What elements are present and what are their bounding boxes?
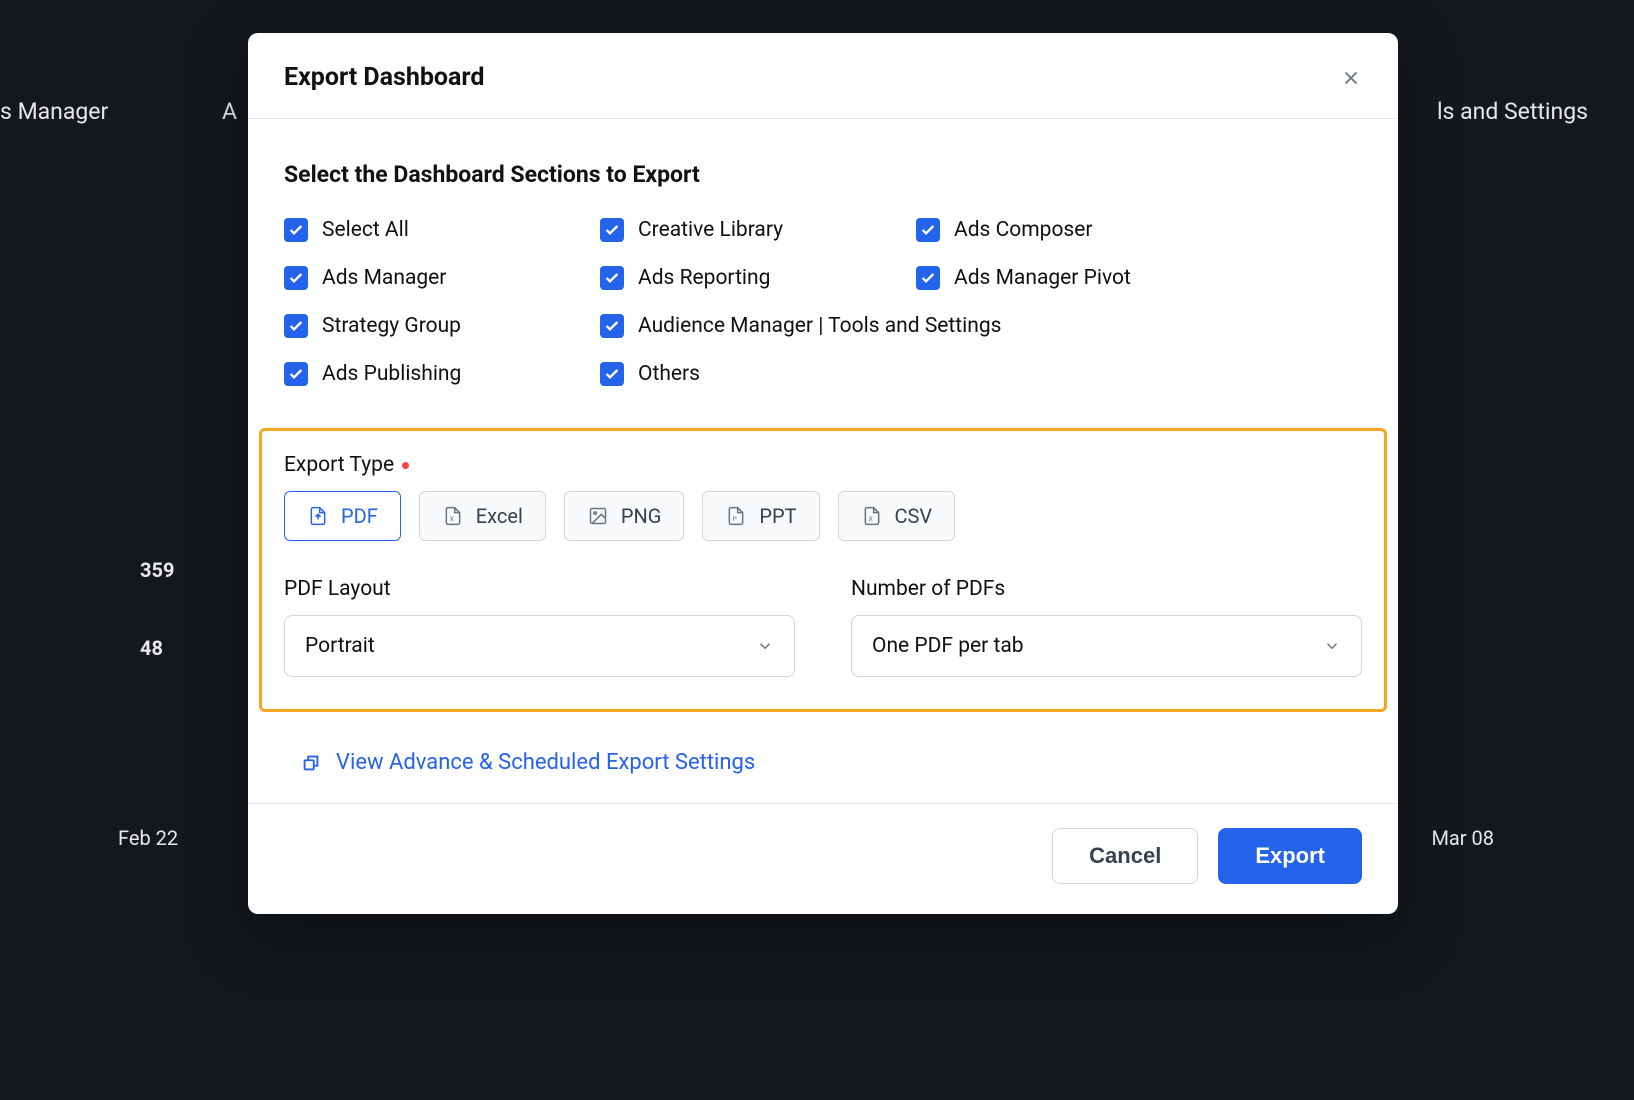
svg-text:P: P [733, 515, 737, 523]
close-button[interactable] [1340, 67, 1362, 89]
pdf-layout-label: PDF Layout [284, 577, 795, 601]
excel-icon: X [442, 505, 464, 527]
bg-value: 48 [140, 636, 163, 660]
bg-date: Mar 08 [1431, 826, 1494, 850]
checkbox-icon [284, 266, 308, 290]
checkbox-icon [600, 266, 624, 290]
chevron-down-icon [1323, 637, 1341, 655]
export-type-csv[interactable]: X CSV [838, 491, 956, 541]
checkbox-label: Strategy Group [322, 314, 461, 338]
advanced-link-text: View Advance & Scheduled Export Settings [336, 750, 755, 775]
advanced-settings-link[interactable]: View Advance & Scheduled Export Settings [284, 750, 1362, 775]
bg-nav-text: A [222, 98, 237, 125]
export-type-options: PDF X Excel PNG P PPT X CSV [284, 491, 1362, 541]
num-pdfs-label: Number of PDFs [851, 577, 1362, 601]
bg-nav-text: s Manager [0, 98, 108, 125]
export-type-excel[interactable]: X Excel [419, 491, 546, 541]
bg-date: Feb 22 [118, 826, 178, 850]
export-dashboard-modal: Export Dashboard Select the Dashboard Se… [248, 33, 1398, 914]
export-type-label-text: Excel [476, 504, 523, 528]
svg-text:X: X [449, 515, 453, 523]
checkbox-icon [284, 362, 308, 386]
checkbox-icon [600, 314, 624, 338]
checkbox-icon [600, 218, 624, 242]
ppt-icon: P [725, 505, 747, 527]
image-icon [587, 505, 609, 527]
bg-value: 359 [140, 558, 174, 582]
modal-header: Export Dashboard [248, 33, 1398, 119]
checkbox-label: Ads Manager Pivot [954, 266, 1131, 290]
checkbox-strategy-group[interactable]: Strategy Group [284, 314, 600, 338]
export-type-ppt[interactable]: P PPT [702, 491, 819, 541]
export-type-label-text: PPT [759, 504, 796, 528]
select-value: One PDF per tab [872, 634, 1024, 658]
cancel-button[interactable]: Cancel [1052, 828, 1198, 884]
checkbox-creative-library[interactable]: Creative Library [600, 218, 916, 242]
checkbox-label: Audience Manager | Tools and Settings [638, 314, 1002, 338]
export-button[interactable]: Export [1218, 828, 1362, 884]
checkbox-icon [916, 218, 940, 242]
checkbox-icon [284, 218, 308, 242]
checkbox-icon [284, 314, 308, 338]
modal-title: Export Dashboard [284, 63, 484, 92]
checkbox-label: Ads Manager [322, 266, 446, 290]
svg-text:X: X [868, 515, 872, 523]
checkbox-label: Ads Reporting [638, 266, 770, 290]
checkbox-ads-manager-pivot[interactable]: Ads Manager Pivot [916, 266, 1232, 290]
checkbox-others[interactable]: Others [600, 362, 916, 386]
export-type-label-text: PNG [621, 504, 662, 528]
modal-footer: Cancel Export [248, 803, 1398, 914]
csv-icon: X [861, 505, 883, 527]
close-icon [1340, 67, 1362, 89]
sections-heading: Select the Dashboard Sections to Export [284, 161, 1362, 188]
export-type-png[interactable]: PNG [564, 491, 685, 541]
export-type-pdf[interactable]: PDF [284, 491, 401, 541]
modal-body: Select the Dashboard Sections to Export … [248, 119, 1398, 803]
export-type-label-text: PDF [341, 504, 378, 528]
export-type-label: Export Type [284, 453, 1362, 477]
bg-nav-text: ls and Settings [1437, 98, 1588, 125]
pdf-icon [307, 505, 329, 527]
checkbox-ads-publishing[interactable]: Ads Publishing [284, 362, 600, 386]
checkbox-label: Ads Composer [954, 218, 1093, 242]
chevron-down-icon [756, 637, 774, 655]
export-settings-highlight: Export Type PDF X Excel PNG P PP [259, 428, 1387, 712]
checkbox-ads-manager[interactable]: Ads Manager [284, 266, 600, 290]
checkbox-audience-manager[interactable]: Audience Manager | Tools and Settings [600, 314, 1232, 338]
export-type-label-text: CSV [895, 504, 933, 528]
pdf-options-row: PDF Layout Portrait Number of PDFs One P… [284, 577, 1362, 677]
checkbox-ads-composer[interactable]: Ads Composer [916, 218, 1232, 242]
checkbox-icon [916, 266, 940, 290]
checkbox-label: Others [638, 362, 700, 386]
num-pdfs-select[interactable]: One PDF per tab [851, 615, 1362, 677]
external-icon [300, 752, 322, 774]
required-indicator [402, 462, 409, 469]
checkbox-ads-reporting[interactable]: Ads Reporting [600, 266, 916, 290]
sections-checkbox-grid: Select All Creative Library Ads Composer… [284, 218, 1362, 386]
checkbox-icon [600, 362, 624, 386]
select-value: Portrait [305, 634, 375, 658]
checkbox-label: Creative Library [638, 218, 783, 242]
pdf-layout-select[interactable]: Portrait [284, 615, 795, 677]
checkbox-label: Ads Publishing [322, 362, 461, 386]
checkbox-label: Select All [322, 218, 409, 242]
checkbox-select-all[interactable]: Select All [284, 218, 600, 242]
